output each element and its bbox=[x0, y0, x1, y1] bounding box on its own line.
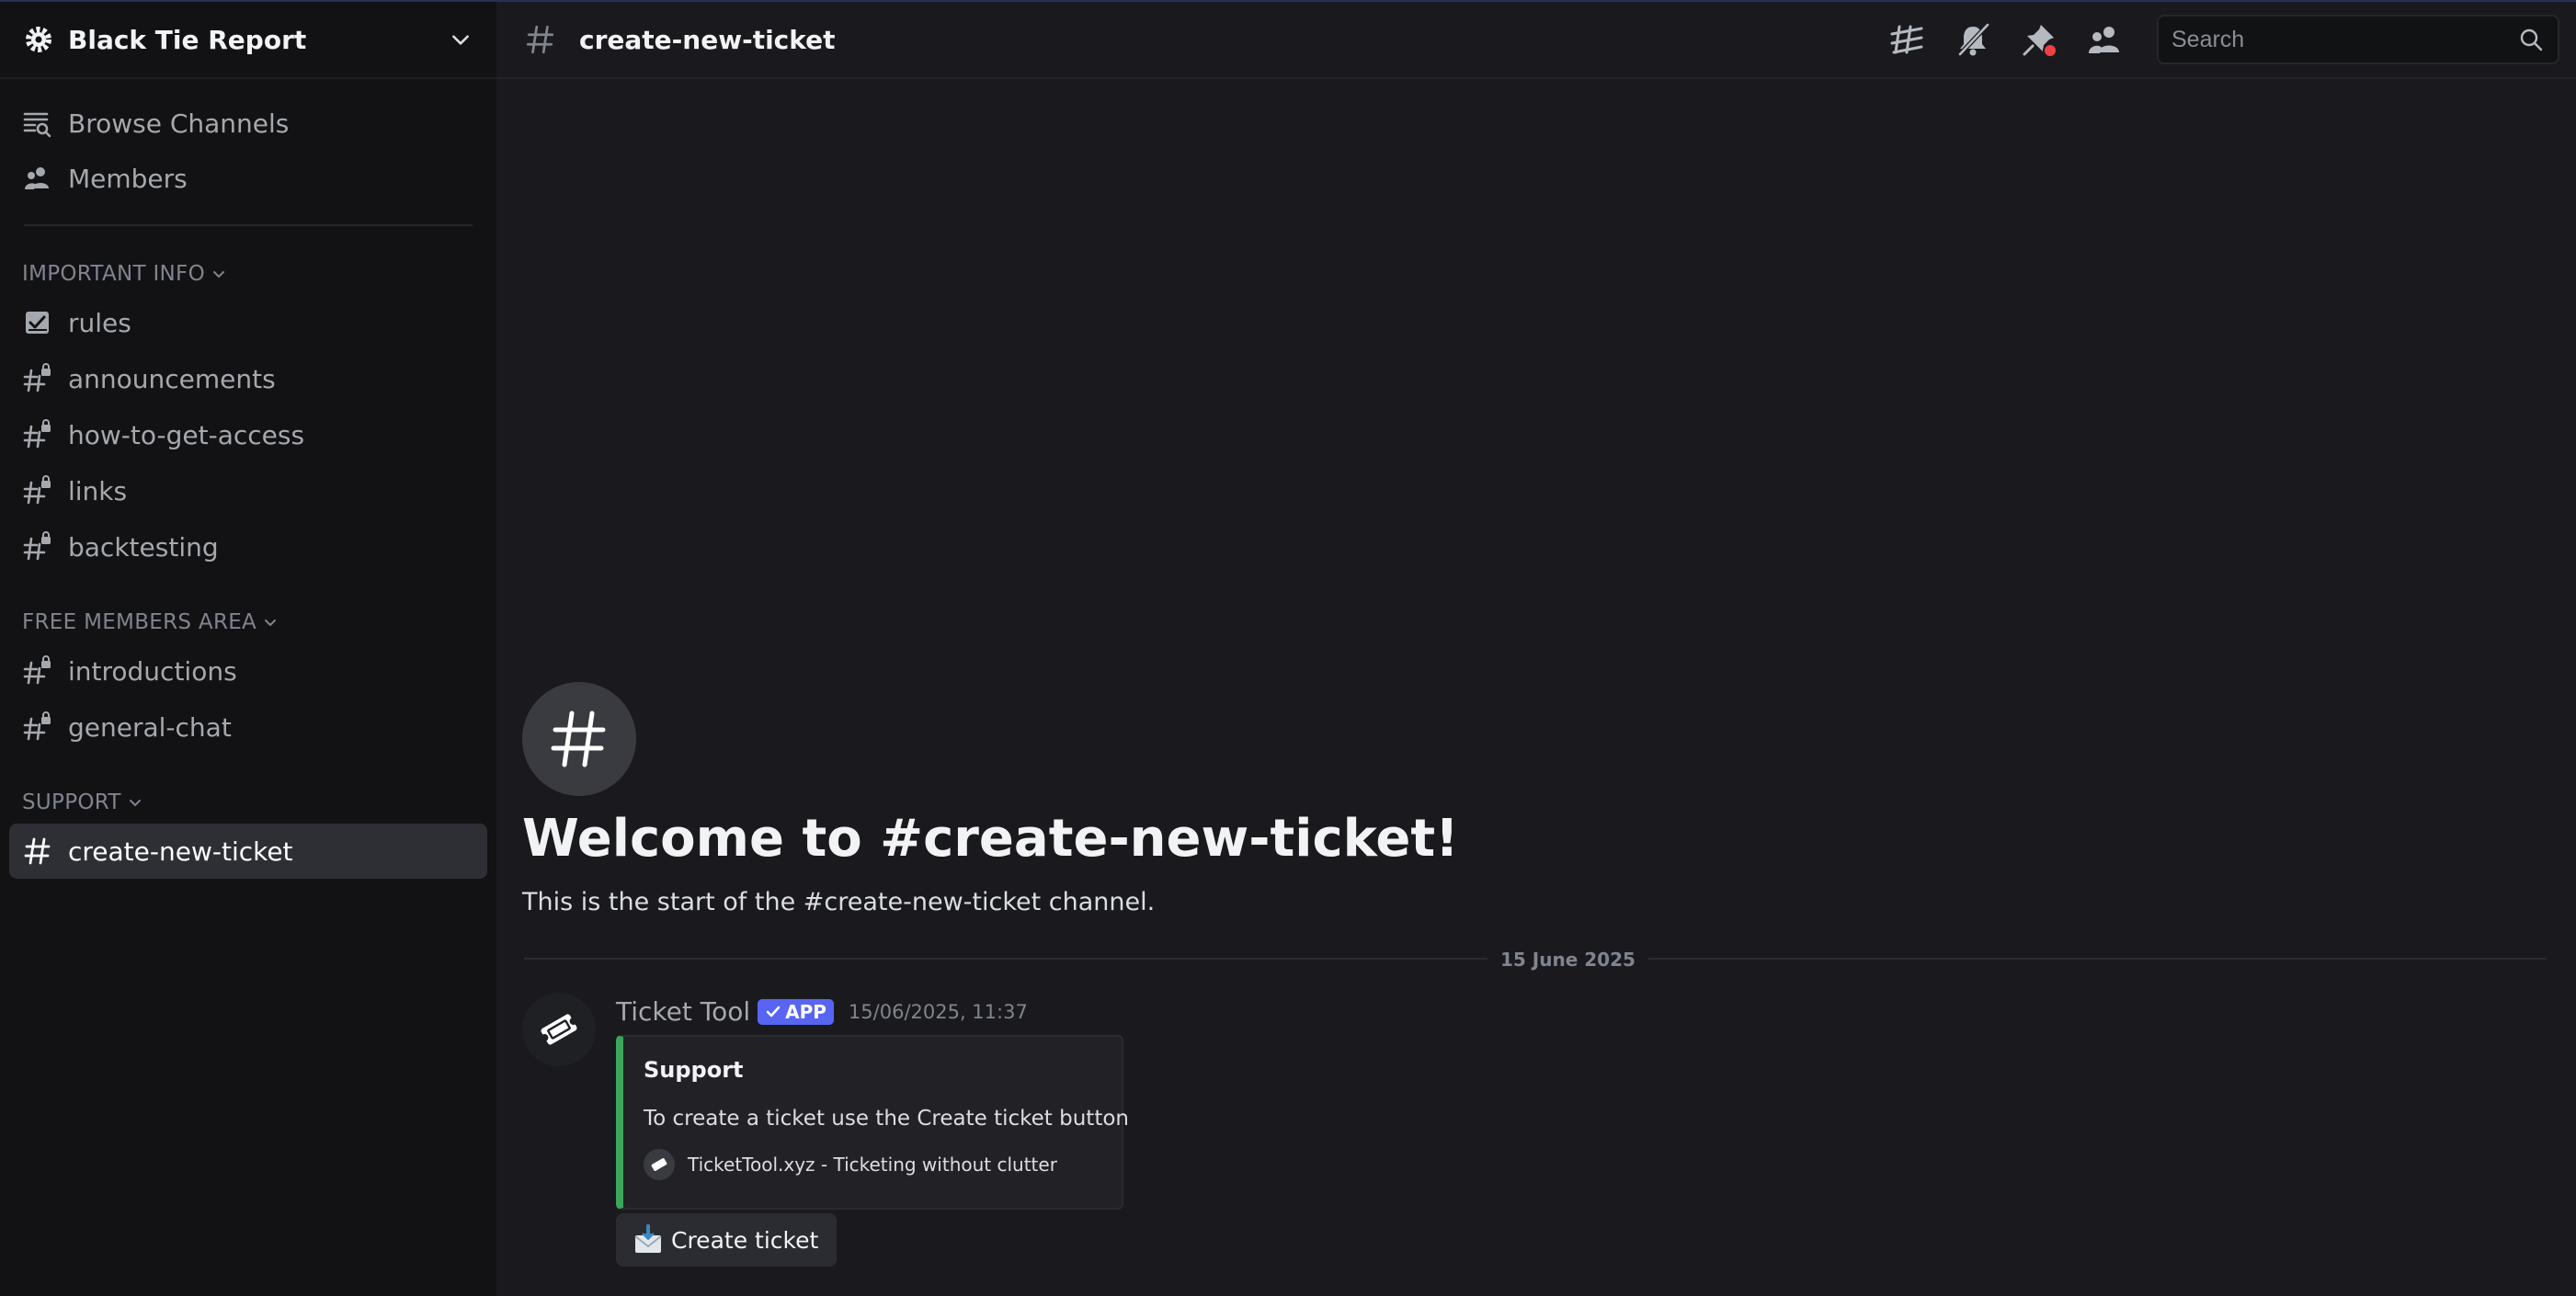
chevron-down-icon[interactable] bbox=[449, 28, 473, 51]
mute-bell-icon bbox=[1958, 23, 1989, 56]
channel-header: create-new-ticket bbox=[496, 2, 2576, 79]
pinned-messages-button[interactable] bbox=[2019, 19, 2059, 60]
app-badge: APP bbox=[758, 998, 834, 1025]
server-gear-icon bbox=[26, 27, 51, 52]
hash-icon bbox=[24, 837, 51, 865]
threads-button[interactable] bbox=[1886, 19, 1927, 60]
checkmark-icon bbox=[766, 1006, 781, 1017]
chevron-down-icon bbox=[265, 620, 277, 627]
channel-create-new-ticket[interactable]: create-new-ticket bbox=[9, 824, 487, 879]
message-embed: Support To create a ticket use the Creat… bbox=[616, 1035, 1129, 1210]
message-header: Ticket Tool APP 15/06/2025, 11:37 bbox=[616, 996, 1028, 1027]
channel-backtesting[interactable]: backtesting bbox=[9, 519, 487, 574]
create-ticket-label: Create ticket bbox=[671, 1226, 819, 1254]
category-important-info[interactable]: IMPORTANT INFO bbox=[9, 254, 487, 294]
chevron-down-icon bbox=[213, 271, 224, 279]
chat-area: Welcome to #create-new-ticket! This is t… bbox=[496, 81, 2576, 1296]
channel-name: how-to-get-access bbox=[68, 419, 305, 450]
chevron-down-icon bbox=[129, 800, 141, 807]
threads-icon bbox=[1890, 25, 1923, 54]
date-divider: 15 June 2025 bbox=[524, 949, 2547, 971]
locked-hash-icon bbox=[23, 531, 51, 561]
channel-how-to-get-access[interactable]: how-to-get-access bbox=[9, 407, 487, 462]
browse-channels-label: Browse Channels bbox=[68, 108, 290, 139]
members-icon bbox=[25, 167, 49, 189]
rules-checkbox-icon bbox=[26, 312, 49, 334]
channel-name: create-new-ticket bbox=[68, 836, 293, 867]
channel-announcements[interactable]: announcements bbox=[9, 351, 487, 406]
notification-settings-button[interactable] bbox=[1953, 19, 1993, 60]
ticket-icon bbox=[651, 1158, 667, 1171]
search-box[interactable] bbox=[2157, 15, 2559, 64]
category-support[interactable]: SUPPORT bbox=[9, 782, 487, 823]
hash-icon bbox=[526, 25, 554, 54]
member-list-button[interactable] bbox=[2085, 19, 2126, 60]
server-header[interactable]: Black Tie Report bbox=[0, 2, 496, 79]
embed-title: Support bbox=[644, 1057, 744, 1083]
members-label: Members bbox=[68, 163, 188, 194]
sidebar-divider bbox=[24, 224, 473, 226]
members-item[interactable]: Members bbox=[9, 151, 487, 206]
channel-welcome-avatar bbox=[522, 682, 636, 796]
avatar[interactable] bbox=[522, 993, 596, 1066]
divider-date: 15 June 2025 bbox=[1487, 949, 1648, 971]
category-label: IMPORTANT INFO bbox=[22, 262, 205, 286]
message-timestamp[interactable]: 15/06/2025, 11:37 bbox=[849, 1001, 1028, 1023]
channel-links[interactable]: links bbox=[9, 463, 487, 518]
welcome-subtitle: This is the start of the #create-new-tic… bbox=[522, 888, 1156, 916]
search-icon[interactable] bbox=[2517, 26, 2545, 53]
category-label: FREE MEMBERS AREA bbox=[22, 610, 257, 634]
channel-name: general-chat bbox=[68, 711, 232, 743]
locked-hash-icon bbox=[23, 655, 51, 685]
category-free-members-area[interactable]: FREE MEMBERS AREA bbox=[9, 602, 487, 642]
locked-hash-icon bbox=[23, 475, 51, 505]
locked-hash-icon bbox=[23, 711, 51, 741]
app-badge-label: APP bbox=[785, 1000, 826, 1023]
channel-name: introductions bbox=[68, 655, 237, 687]
channel-name: rules bbox=[68, 307, 131, 338]
footer-ticket-icon bbox=[644, 1149, 675, 1180]
channel-name: links bbox=[68, 475, 128, 506]
channel-name: backtesting bbox=[68, 531, 219, 563]
embed-footer: TicketTool.xyz - Ticketing without clutt… bbox=[644, 1149, 1100, 1180]
envelope-with-arrow-icon bbox=[634, 1224, 662, 1253]
welcome-title: Welcome to #create-new-ticket! bbox=[522, 809, 1459, 869]
channel-name: announcements bbox=[68, 363, 276, 394]
ticket-icon bbox=[541, 1014, 577, 1045]
message-author[interactable]: Ticket Tool bbox=[616, 996, 750, 1027]
create-ticket-button[interactable]: Create ticket bbox=[616, 1213, 838, 1267]
search-input[interactable] bbox=[2171, 26, 2517, 53]
channel-title: create-new-ticket bbox=[579, 24, 836, 55]
channel-general-chat[interactable]: general-chat bbox=[9, 699, 487, 755]
channel-introductions[interactable]: introductions bbox=[9, 643, 487, 699]
locked-hash-icon bbox=[23, 419, 51, 449]
member-list-icon bbox=[2089, 27, 2119, 53]
channel-sidebar: Black Tie Report Browse Channels Members… bbox=[0, 2, 496, 1296]
embed-description: To create a ticket use the Create ticket… bbox=[644, 1107, 1129, 1131]
category-label: SUPPORT bbox=[22, 790, 121, 814]
locked-hash-icon bbox=[23, 363, 51, 392]
channel-rules[interactable]: rules bbox=[9, 295, 487, 350]
embed-footer-text: TicketTool.xyz - Ticketing without clutt… bbox=[688, 1154, 1057, 1176]
browse-channels-item[interactable]: Browse Channels bbox=[9, 96, 487, 151]
browse-channels-icon bbox=[23, 112, 51, 138]
pin-icon bbox=[2023, 25, 2057, 58]
server-name: Black Tie Report bbox=[68, 24, 307, 55]
hash-icon bbox=[551, 711, 606, 767]
